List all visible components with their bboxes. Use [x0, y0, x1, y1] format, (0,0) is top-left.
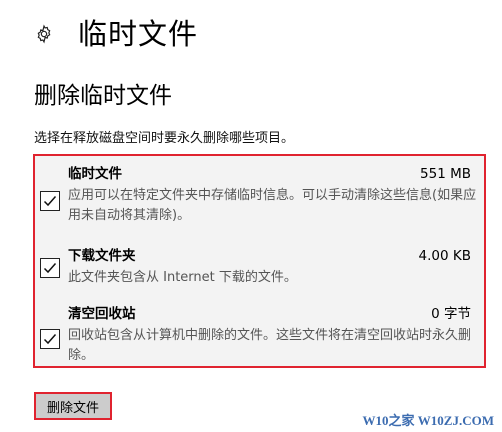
page-header: 临时文件 — [34, 14, 198, 54]
delete-files-button[interactable]: 删除文件 — [34, 392, 112, 420]
item-description: 回收站包含从计算机中删除的文件。这些文件将在清空回收站时永久删除。 — [68, 328, 472, 363]
downloads-checkbox[interactable] — [40, 258, 60, 278]
item-name: 下载文件夹 — [68, 248, 136, 264]
temp-items-list: 临时文件 551 MB 应用可以在特定文件夹中存储临时信息。可以手动清除这些信息… — [33, 154, 486, 368]
item-name: 临时文件 — [68, 166, 122, 182]
section-title: 删除临时文件 — [34, 83, 172, 109]
watermark: W10之家 W10ZJ.COM — [362, 413, 494, 428]
section-description: 选择在释放磁盘空间时要永久删除哪些项目。 — [34, 131, 295, 146]
checkmark-icon — [43, 263, 57, 274]
item-size: 0 字节 — [431, 306, 471, 322]
checkmark-icon — [43, 334, 57, 345]
item-description: 此文件夹包含从 Internet 下载的文件。 — [68, 270, 297, 285]
page-title: 临时文件 — [78, 17, 199, 51]
item-size: 4.00 KB — [418, 248, 471, 264]
gear-icon — [34, 24, 54, 44]
temp-files-checkbox[interactable] — [40, 191, 60, 211]
item-description: 应用可以在特定文件夹中存储临时信息。可以手动清除这些信息(如果应用未自动将其清除… — [68, 188, 477, 223]
temp-files-page: 临时文件 删除临时文件 选择在释放磁盘空间时要永久删除哪些项目。 临时文件 55… — [0, 0, 502, 432]
item-name: 清空回收站 — [68, 306, 136, 322]
recycle-bin-checkbox[interactable] — [40, 329, 60, 349]
checkmark-icon — [43, 196, 57, 207]
item-size: 551 MB — [420, 166, 471, 182]
